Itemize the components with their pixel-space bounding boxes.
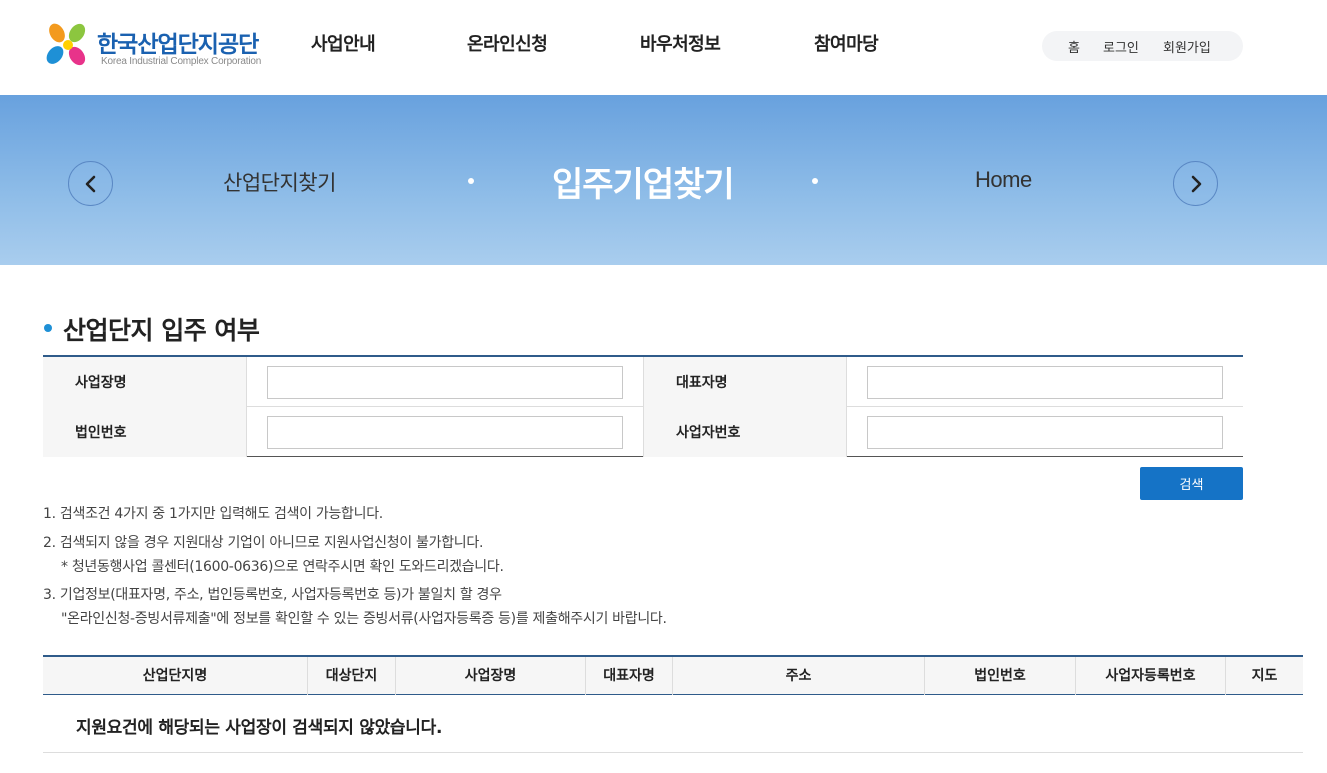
note-3-sub: "온라인신청-증빙서류제출"에 정보를 확인할 수 있는 증빙서류(사업자등록증… [61, 611, 667, 627]
banner-prev-button[interactable] [68, 161, 113, 206]
ceo-name-input[interactable] [867, 366, 1223, 399]
util-login-link[interactable]: 로그인 [1103, 37, 1139, 56]
col-ceo-name: 대표자명 [603, 668, 655, 684]
banner-current-page: 입주기업찾기 [552, 165, 735, 205]
col-map: 지도 [1251, 668, 1278, 684]
table-header: 산업단지명 대상단지 사업장명 대표자명 주소 법인번호 사업자등록번호 지도 [43, 657, 1303, 695]
divider [846, 357, 847, 407]
form-row: 법인번호 사업자번호 [43, 407, 1243, 457]
banner-prev-page[interactable]: 산업단지찾기 [223, 167, 336, 197]
empty-result-message: 지원요건에 해당되는 사업장이 검색되지 않았습니다. [76, 718, 443, 738]
banner-separator-dot [468, 178, 474, 184]
header: 한국산업단지공단 Korea Industrial Complex Corpor… [0, 0, 1327, 95]
divider [246, 357, 247, 407]
banner-next-button[interactable] [1173, 161, 1218, 206]
col-complex-name: 산업단지명 [142, 668, 208, 684]
brand-name-en: Korea Industrial Complex Corporation [101, 56, 262, 67]
note-2-sub: * 청년동행사업 콜센터(1600-0636)으로 연락주시면 확인 도와드리겠… [61, 559, 504, 575]
biz-reg-no-label: 사업자번호 [644, 407, 847, 457]
note-2: 2. 검색되지 않을 경우 지원대상 기업이 아니므로 지원사업신청이 불가합니… [43, 535, 484, 551]
chevron-right-icon [1191, 175, 1202, 193]
col-corp-no: 법인번호 [974, 668, 1026, 684]
utility-menu: 홈 로그인 회원가입 [1042, 31, 1243, 61]
brand-logo[interactable]: 한국산업단지공단 Korea Industrial Complex Corpor… [43, 21, 273, 71]
col-biz-reg-no: 사업자등록번호 [1105, 668, 1196, 684]
search-form: 사업장명 대표자명 법인번호 사업자번호 [43, 355, 1243, 457]
note-3: 3. 기업정보(대표자명, 주소, 법인등록번호, 사업자등록번호 등)가 불일… [43, 587, 502, 603]
sub-visual-banner: 산업단지찾기 입주기업찾기 Home [0, 95, 1327, 265]
business-name-input[interactable] [267, 366, 623, 399]
brand-name: 한국산업단지공단 [97, 32, 259, 58]
result-table: 산업단지명 대상단지 사업장명 대표자명 주소 법인번호 사업자등록번호 지도 … [43, 655, 1303, 753]
divider [246, 407, 247, 457]
corp-no-input[interactable] [267, 416, 623, 449]
gnb-online-apply[interactable]: 온라인신청 [467, 30, 548, 56]
ceo-name-label: 대표자명 [644, 357, 847, 407]
gnb-voucher-info[interactable]: 바우처정보 [640, 30, 721, 56]
banner-next-page[interactable]: Home [975, 167, 1032, 193]
note-1: 1. 검색조건 4가지 중 1가지만 입력해도 검색이 가능합니다. [43, 506, 383, 522]
divider [846, 407, 847, 457]
util-home-link[interactable]: 홈 [1068, 37, 1080, 56]
section-bullet-icon [44, 324, 52, 332]
empty-result-row: 지원요건에 해당되는 사업장이 검색되지 않았습니다. [43, 696, 1303, 753]
chevron-left-icon [85, 175, 96, 193]
col-business-name: 사업장명 [464, 668, 517, 684]
search-button[interactable]: 검색 [1140, 467, 1243, 500]
section-title: 산업단지 입주 여부 [63, 316, 260, 345]
col-target-complex: 대상단지 [325, 668, 378, 684]
gnb-business-info[interactable]: 사업안내 [311, 30, 376, 56]
brand-logo-icon [46, 23, 86, 66]
util-signup-link[interactable]: 회원가입 [1163, 37, 1211, 56]
form-row: 사업장명 대표자명 [43, 357, 1243, 407]
business-name-label: 사업장명 [43, 357, 246, 407]
gnb-participation[interactable]: 참여마당 [814, 30, 879, 56]
corp-no-label: 법인번호 [43, 407, 246, 457]
col-address: 주소 [785, 668, 812, 684]
banner-separator-dot [812, 178, 818, 184]
biz-reg-no-input[interactable] [867, 416, 1223, 449]
